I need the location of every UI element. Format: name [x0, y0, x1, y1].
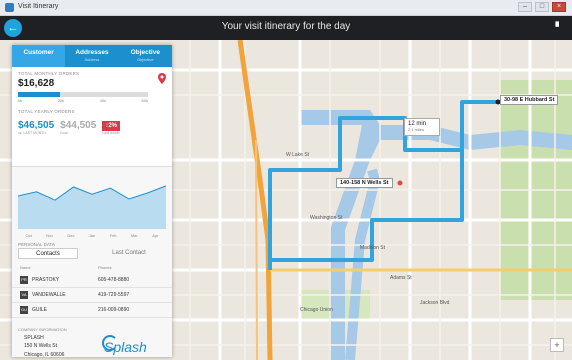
month-label: Nov — [46, 233, 53, 238]
panel-tabs: Customer Addresses Address Objective Objec… — [12, 45, 172, 67]
street-label: Jackson Blvd — [420, 300, 450, 306]
trend-area — [18, 185, 166, 229]
yearly-orders-label: TOTAL YEARLY ORDERS — [18, 109, 75, 114]
table-row[interactable]: VA VANDEWALLE 419-729-5597 — [12, 288, 172, 303]
menu-icon[interactable]: ▘ — [554, 22, 564, 33]
contact-icon: GU — [20, 306, 28, 314]
contact-name: PRASTOKY — [32, 277, 60, 283]
travel-distance: 2.1 miles — [408, 127, 425, 132]
tick-label: 40k — [99, 98, 107, 103]
travel-time-box: 12 min 2.1 miles — [404, 118, 440, 136]
orders-card: TOTAL MONTHLY ORDERS $16,628 0k 20k 40k … — [12, 67, 172, 167]
tab-customer[interactable]: Customer — [12, 45, 66, 67]
month-label: Dec — [67, 233, 74, 238]
tab-addresses-label: Addresses — [75, 49, 109, 56]
close-button[interactable]: × — [552, 2, 566, 12]
monthly-progress-bar — [18, 92, 148, 97]
contact-phone[interactable]: 419-729-5597 — [98, 292, 129, 298]
tab-objective[interactable]: Objective Objective — [119, 45, 172, 67]
company-city: Chicago, IL 60606 — [24, 352, 65, 358]
tab-addresses-sub: Address — [84, 57, 100, 62]
tick-label: 0k — [18, 98, 23, 103]
app-root: Visit Itinerary – □ × ← Your visit itine… — [0, 0, 572, 360]
last-contact-toggle[interactable]: Last Contact — [92, 248, 166, 259]
personal-data-switch: PERSONAL DATA Contacts Last Contact — [12, 242, 172, 260]
orders-trend-chart: Oct Nov Dec Jan Feb Mar Apr — [18, 185, 166, 238]
monthly-orders-label: TOTAL MONTHLY ORDERS — [18, 71, 80, 76]
contact-phone[interactable]: 605-478-8880 — [98, 277, 129, 283]
tab-addresses[interactable]: Addresses Address — [65, 45, 118, 67]
yearly-current-caption: vs. LAST MONTH — [18, 131, 46, 135]
contacts-table: Name Phones PR PRASTOKY 605-478-8880 VA … — [12, 265, 172, 318]
street-label: Washington St — [310, 215, 343, 221]
column-header-phones: Phones — [98, 265, 112, 270]
origin-marker[interactable] — [397, 180, 403, 186]
street-label: Adams St — [390, 275, 412, 281]
company-logo: Splash — [104, 339, 147, 355]
yearly-previous-caption: Goal — [60, 131, 68, 135]
minimize-button[interactable]: – — [518, 2, 532, 12]
tab-objective-label: Objective — [130, 49, 160, 56]
tab-customer-label: Customer — [23, 49, 54, 56]
personal-data-label: PERSONAL DATA — [18, 242, 55, 247]
contact-name: VANDEWALLE — [32, 292, 66, 298]
window-titlebar: Visit Itinerary – □ × — [0, 0, 572, 16]
tab-objective-sub: Objective — [136, 57, 154, 62]
app-header: ← Your visit itinerary for the day ▘ — [0, 16, 572, 40]
origin-label: 140-158 N Wells St — [336, 178, 393, 188]
company-info-label: COMPANY INFORMATION — [18, 327, 67, 332]
yearly-change-block: ↑2% Last month — [102, 121, 120, 135]
contact-icon: VA — [20, 291, 28, 299]
maximize-button[interactable]: □ — [535, 2, 549, 12]
highway-ramp — [255, 139, 258, 360]
progress-ticks: 0k 20k 40k 60k — [18, 98, 148, 103]
customer-panel: Customer Addresses Address Objective Objec… — [12, 45, 172, 358]
yearly-current-block: $46,505 vs. LAST MONTH — [18, 120, 54, 135]
change-caption: Last month — [102, 131, 120, 135]
yearly-kpis: $46,505 vs. LAST MONTH $44,505 Goal ↑2% … — [18, 120, 166, 135]
contact-icon: PR — [20, 276, 28, 284]
column-header-name: Name — [20, 265, 31, 270]
month-label: Mar — [131, 233, 139, 238]
street-label: W Lake St — [286, 152, 310, 158]
yearly-current-value: $46,505 — [18, 120, 55, 131]
company-name: SPLASH — [24, 335, 44, 341]
contacts-header: Name Phones — [12, 265, 172, 273]
street-label: Chicago Union — [300, 307, 333, 313]
change-badge: ↑2% — [102, 121, 120, 131]
month-label: Apr — [152, 233, 159, 238]
app-icon — [5, 3, 14, 12]
monthly-orders-value: $16,628 — [18, 78, 55, 89]
window-controls: – □ × — [518, 2, 566, 12]
table-row[interactable]: GU GUILE 216-009-0890 — [12, 303, 172, 318]
yearly-previous-block: $44,505 Goal — [60, 120, 96, 135]
tick-label: 20k — [57, 98, 65, 103]
page-title: Your visit itinerary for the day — [221, 21, 351, 32]
contact-phone[interactable]: 216-009-0890 — [98, 307, 129, 313]
destination-label: 30-98 E Hubbard St — [500, 95, 559, 105]
map-pin-icon — [158, 73, 166, 84]
contact-name: GUILE — [32, 307, 48, 313]
street-label: Madison St — [360, 245, 386, 251]
month-label: Feb — [110, 233, 118, 238]
table-row[interactable]: PR PRASTOKY 605-478-8880 — [12, 273, 172, 288]
monthly-progress-fill — [18, 92, 60, 97]
company-address: 150 N Wells St — [24, 343, 57, 349]
month-label: Oct — [25, 233, 32, 238]
yearly-previous-value: $44,505 — [60, 120, 97, 131]
contacts-toggle[interactable]: Contacts — [18, 248, 78, 259]
month-label: Jan — [89, 233, 95, 238]
zoom-in-button[interactable]: + — [550, 338, 564, 352]
window-title: Visit Itinerary — [18, 3, 59, 10]
tick-label: 60k — [141, 98, 148, 103]
company-info: COMPANY INFORMATION SPLASH 150 N Wells S… — [12, 327, 172, 358]
